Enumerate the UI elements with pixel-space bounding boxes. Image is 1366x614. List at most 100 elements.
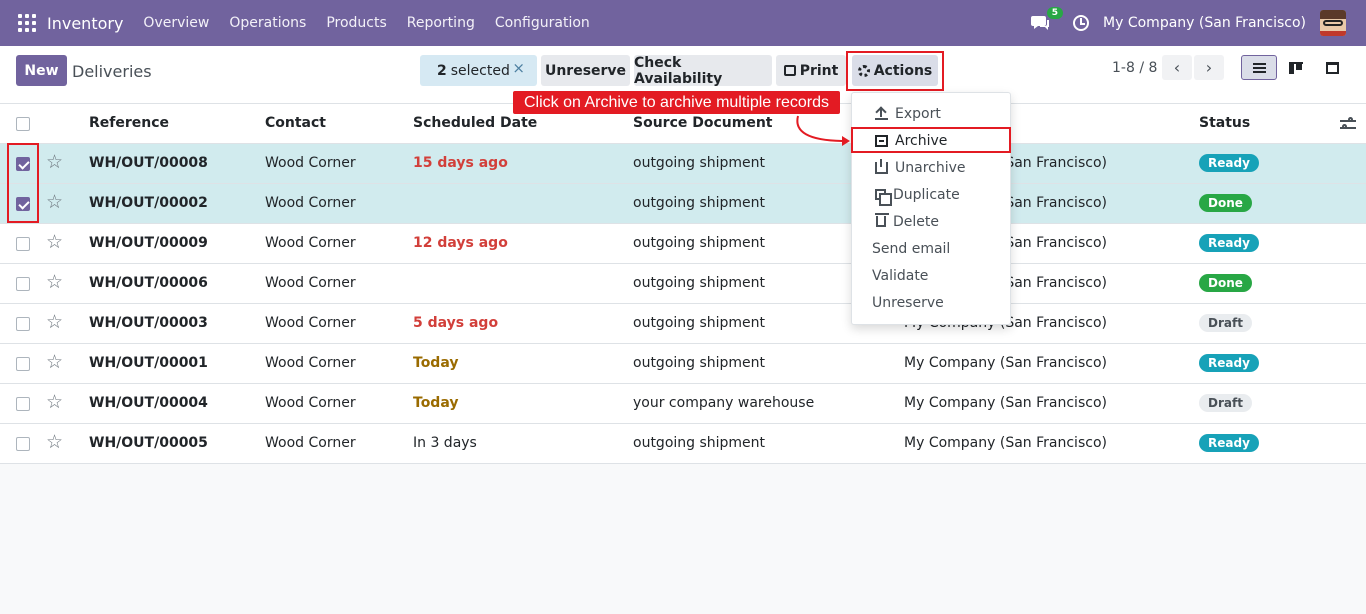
menu-products[interactable]: Products (326, 15, 386, 31)
menu-item-validate-label: Validate (872, 267, 929, 284)
star-icon[interactable]: ☆ (46, 272, 63, 292)
print-label: Print (799, 62, 839, 79)
chat-icon[interactable]: 5 (1031, 7, 1064, 32)
table-row[interactable]: ☆ WH/OUT/00005 Wood Corner In 3 days out… (0, 424, 1366, 464)
star-icon[interactable]: ☆ (46, 432, 63, 452)
pager-previous-button[interactable]: ‹ (1162, 55, 1192, 80)
instruction-callout: Click on Archive to archive multiple rec… (513, 91, 840, 114)
status-badge: Ready (1199, 354, 1259, 372)
table-row[interactable]: ☆ WH/OUT/00003 Wood Corner 5 days ago ou… (0, 304, 1366, 344)
menu-overview[interactable]: Overview (143, 15, 209, 31)
cell-contact: Wood Corner (265, 155, 356, 171)
cell-contact: Wood Corner (265, 435, 356, 451)
cell-reference: WH/OUT/00008 (89, 155, 208, 171)
menu-item-unreserve[interactable]: Unreserve (852, 289, 1010, 316)
star-icon[interactable]: ☆ (46, 312, 63, 332)
cell-company: My Company (San Francisco) (904, 435, 1107, 451)
star-icon[interactable]: ☆ (46, 192, 63, 212)
menu-operations[interactable]: Operations (229, 15, 306, 31)
chat-count-badge: 5 (1046, 7, 1064, 19)
list-view-icon (1252, 62, 1266, 73)
clear-selection-icon[interactable]: × (512, 59, 525, 77)
row-checkbox[interactable] (16, 317, 30, 331)
unreserve-button[interactable]: Unreserve (541, 55, 630, 86)
cell-source-document: outgoing shipment (633, 195, 766, 211)
star-icon[interactable]: ☆ (46, 152, 63, 172)
cell-source-document: outgoing shipment (633, 435, 766, 451)
company-switcher[interactable]: My Company (San Francisco) (1103, 15, 1306, 31)
cell-source-document: outgoing shipment (633, 275, 766, 291)
menu-item-unarchive[interactable]: Unarchive (852, 154, 1010, 181)
cell-reference: WH/OUT/00005 (89, 435, 208, 451)
print-button[interactable]: Print (776, 55, 846, 86)
menu-item-delete[interactable]: Delete (852, 208, 1010, 235)
app-brand[interactable]: Inventory (47, 14, 123, 33)
cell-contact: Wood Corner (265, 275, 356, 291)
column-source-document[interactable]: Source Document (633, 115, 773, 131)
cell-scheduled-date: 12 days ago (413, 235, 508, 251)
status-badge: Done (1199, 274, 1252, 292)
select-all-checkbox[interactable] (16, 117, 30, 131)
kanban-view-icon (1289, 61, 1303, 74)
avatar[interactable] (1320, 10, 1346, 36)
table-row[interactable]: ☆ WH/OUT/00008 Wood Corner 15 days ago o… (0, 144, 1366, 184)
trash-icon (875, 213, 889, 227)
table-row[interactable]: ☆ WH/OUT/00002 Wood Corner outgoing ship… (0, 184, 1366, 224)
kanban-view-button[interactable] (1278, 55, 1314, 80)
column-reference[interactable]: Reference (89, 115, 169, 131)
menu-item-export[interactable]: Export (852, 100, 1010, 127)
cell-contact: Wood Corner (265, 395, 356, 411)
pager-value[interactable]: 1-8 / 8 (1112, 60, 1157, 76)
new-button[interactable]: New (16, 55, 67, 86)
selected-count: 2 (437, 62, 447, 79)
cell-reference: WH/OUT/00004 (89, 395, 208, 411)
star-icon[interactable]: ☆ (46, 392, 63, 412)
cell-source-document: outgoing shipment (633, 155, 766, 171)
cell-source-document: outgoing shipment (633, 355, 766, 371)
cell-scheduled-date: In 3 days (413, 435, 477, 451)
star-icon[interactable]: ☆ (46, 232, 63, 252)
optional-columns-icon[interactable] (1340, 117, 1356, 131)
menu-item-duplicate-label: Duplicate (893, 186, 960, 203)
cell-company: My Company (San Francisco) (904, 395, 1107, 411)
table-row[interactable]: ☆ WH/OUT/00001 Wood Corner Today outgoin… (0, 344, 1366, 384)
row-checkbox[interactable] (16, 277, 30, 291)
calendar-view-button[interactable] (1314, 55, 1350, 80)
print-icon (783, 65, 796, 76)
menu-reporting[interactable]: Reporting (407, 15, 475, 31)
export-icon (875, 107, 888, 120)
cell-reference: WH/OUT/00001 (89, 355, 208, 371)
row-checkbox[interactable] (16, 237, 30, 251)
column-status[interactable]: Status (1199, 115, 1250, 131)
menu-item-send-email[interactable]: Send email (852, 235, 1010, 262)
menu-item-duplicate[interactable]: Duplicate (852, 181, 1010, 208)
row-checkbox[interactable] (16, 357, 30, 371)
table-row[interactable]: ☆ WH/OUT/00004 Wood Corner Today your co… (0, 384, 1366, 424)
table-row[interactable]: ☆ WH/OUT/00009 Wood Corner 12 days ago o… (0, 224, 1366, 264)
deliveries-table: Reference Contact Scheduled Date Source … (0, 104, 1366, 464)
cell-scheduled-date: Today (413, 355, 459, 371)
row-checkbox[interactable] (16, 397, 30, 411)
cell-reference: WH/OUT/00009 (89, 235, 208, 251)
column-scheduled-date[interactable]: Scheduled Date (413, 115, 537, 131)
check-availability-button[interactable]: Check Availability (634, 55, 772, 87)
star-icon[interactable]: ☆ (46, 352, 63, 372)
cell-scheduled-date: Today (413, 395, 459, 411)
status-badge: Draft (1199, 394, 1252, 412)
cell-scheduled-date: 15 days ago (413, 155, 508, 171)
clock-icon[interactable] (1073, 15, 1090, 31)
checkbox-highlight-box (7, 143, 39, 223)
cell-contact: Wood Corner (265, 235, 356, 251)
table-row[interactable]: ☆ WH/OUT/00006 Wood Corner outgoing ship… (0, 264, 1366, 304)
menu-configuration[interactable]: Configuration (495, 15, 590, 31)
top-navbar: Inventory Overview Operations Products R… (0, 0, 1366, 46)
menu-item-validate[interactable]: Validate (852, 262, 1010, 289)
column-contact[interactable]: Contact (265, 115, 326, 131)
cell-reference: WH/OUT/00002 (89, 195, 208, 211)
pager-next-button[interactable]: › (1194, 55, 1224, 80)
cell-source-document: outgoing shipment (633, 235, 766, 251)
row-checkbox[interactable] (16, 437, 30, 451)
list-view-button[interactable] (1241, 55, 1277, 80)
status-badge: Ready (1199, 234, 1259, 252)
apps-menu-icon[interactable] (18, 14, 36, 32)
